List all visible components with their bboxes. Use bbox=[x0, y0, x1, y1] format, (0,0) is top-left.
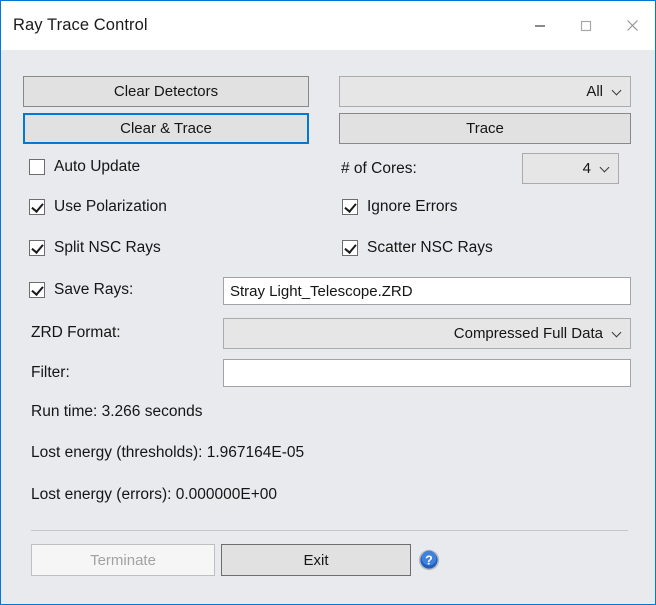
split-nsc-rays-checkbox[interactable] bbox=[29, 240, 45, 256]
clear-detectors-button[interactable]: Clear Detectors bbox=[23, 76, 309, 107]
chevron-down-icon bbox=[612, 86, 623, 97]
use-polarization-label: Use Polarization bbox=[54, 198, 167, 216]
lost-energy-thresholds-status: Lost energy (thresholds): 1.967164E-05 bbox=[31, 444, 304, 462]
zrd-format-value: Compressed Full Data bbox=[454, 325, 603, 342]
scatter-nsc-rays-label: Scatter NSC Rays bbox=[367, 239, 493, 257]
clear-and-trace-button[interactable]: Clear & Trace bbox=[23, 113, 309, 144]
save-rays-checkbox-row[interactable]: Save Rays: bbox=[29, 281, 133, 299]
footer-divider bbox=[31, 530, 628, 531]
filter-input[interactable] bbox=[223, 359, 631, 387]
trace-button[interactable]: Trace bbox=[339, 113, 631, 144]
window-controls bbox=[517, 1, 655, 50]
auto-update-checkbox[interactable] bbox=[29, 159, 45, 175]
use-polarization-checkbox-row[interactable]: Use Polarization bbox=[29, 198, 167, 216]
save-rays-filename-input[interactable]: Stray Light_Telescope.ZRD bbox=[223, 277, 631, 305]
auto-update-checkbox-row[interactable]: Auto Update bbox=[29, 158, 140, 176]
terminate-label: Terminate bbox=[90, 552, 156, 569]
lost-energy-errors-status: Lost energy (errors): 0.000000E+00 bbox=[31, 486, 277, 504]
detector-scope-dropdown[interactable]: All bbox=[339, 76, 631, 107]
svg-text:?: ? bbox=[425, 554, 433, 568]
run-time-status: Run time: 3.266 seconds bbox=[31, 403, 202, 421]
close-icon[interactable] bbox=[609, 1, 655, 50]
cores-label: # of Cores: bbox=[341, 160, 417, 178]
ignore-errors-checkbox[interactable] bbox=[342, 199, 358, 215]
filter-label: Filter: bbox=[31, 364, 70, 382]
ray-trace-control-window: Ray Trace Control Clear Detectors All Cl… bbox=[0, 0, 656, 605]
zrd-format-dropdown[interactable]: Compressed Full Data bbox=[223, 318, 631, 349]
ignore-errors-label: Ignore Errors bbox=[367, 198, 457, 216]
clear-detectors-label: Clear Detectors bbox=[114, 83, 218, 100]
zrd-format-label: ZRD Format: bbox=[31, 324, 121, 342]
scatter-nsc-rays-checkbox[interactable] bbox=[342, 240, 358, 256]
cores-value: 4 bbox=[583, 160, 591, 177]
ignore-errors-checkbox-row[interactable]: Ignore Errors bbox=[342, 198, 457, 216]
split-nsc-rays-checkbox-row[interactable]: Split NSC Rays bbox=[29, 239, 161, 257]
save-rays-checkbox[interactable] bbox=[29, 282, 45, 298]
trace-label: Trace bbox=[466, 120, 504, 137]
auto-update-label: Auto Update bbox=[54, 158, 140, 176]
detector-scope-value: All bbox=[586, 83, 603, 100]
chevron-down-icon bbox=[600, 163, 611, 174]
exit-button[interactable]: Exit bbox=[221, 544, 411, 576]
chevron-down-icon bbox=[612, 328, 623, 339]
save-rays-filename-value: Stray Light_Telescope.ZRD bbox=[230, 283, 413, 300]
use-polarization-checkbox[interactable] bbox=[29, 199, 45, 215]
maximize-icon[interactable] bbox=[563, 1, 609, 50]
terminate-button[interactable]: Terminate bbox=[31, 544, 215, 576]
title-bar: Ray Trace Control bbox=[1, 1, 655, 50]
exit-label: Exit bbox=[303, 552, 328, 569]
dialog-body: Clear Detectors All Clear & Trace Trace … bbox=[1, 50, 655, 604]
split-nsc-rays-label: Split NSC Rays bbox=[54, 239, 161, 257]
window-title: Ray Trace Control bbox=[13, 16, 148, 35]
help-icon[interactable]: ? bbox=[418, 549, 440, 571]
save-rays-label: Save Rays: bbox=[54, 281, 133, 299]
cores-dropdown[interactable]: 4 bbox=[522, 153, 619, 184]
clear-and-trace-label: Clear & Trace bbox=[120, 120, 212, 137]
scatter-nsc-rays-checkbox-row[interactable]: Scatter NSC Rays bbox=[342, 239, 493, 257]
minimize-icon[interactable] bbox=[517, 1, 563, 50]
